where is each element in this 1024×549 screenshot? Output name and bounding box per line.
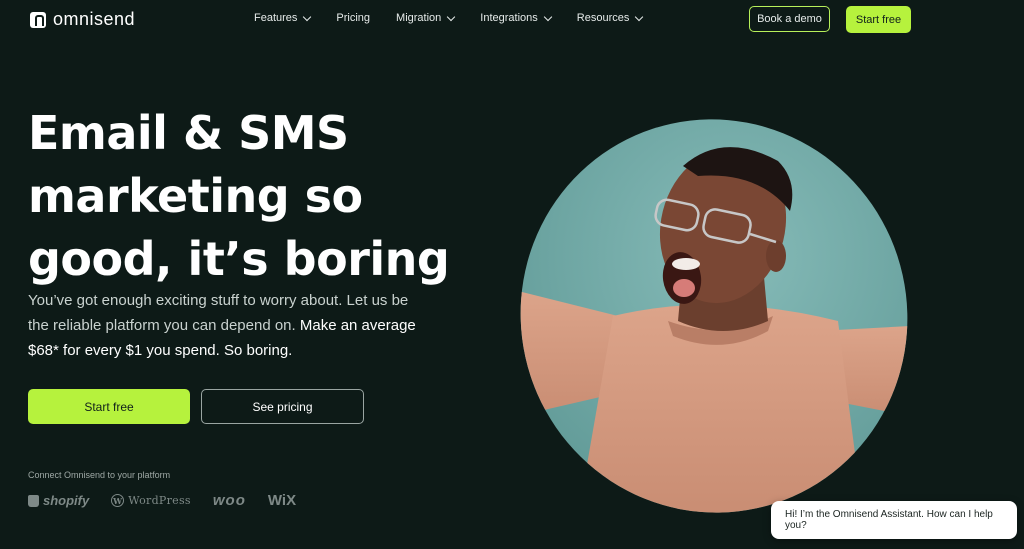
chevron-down-icon — [543, 12, 553, 21]
platforms-label: Connect Omnisend to your platform — [28, 470, 171, 480]
nav-item-integrations[interactable]: Integrations — [480, 12, 553, 24]
platform-name: shopify — [43, 493, 90, 508]
brand-name: omnisend — [53, 9, 136, 29]
wix-logo[interactable]: WiX — [268, 492, 296, 509]
platform-name: WiX — [267, 492, 297, 509]
hero-title: Email & SMS marketing so good, it’s bori… — [28, 102, 498, 291]
wordpress-icon: W — [111, 494, 125, 507]
shopify-logo[interactable]: shopify — [28, 493, 89, 508]
platform-name: woo — [212, 492, 246, 509]
hero-title-line: good, it’s boring — [28, 232, 450, 286]
nav-item-migration[interactable]: Migration — [396, 12, 456, 24]
nav-item-pricing[interactable]: Pricing — [336, 12, 370, 24]
nav-item-label: Pricing — [336, 12, 371, 24]
nav-item-label: Migration — [396, 12, 442, 24]
chat-message: Hi! I’m the Omnisend Assistant. How can … — [785, 509, 993, 531]
hero-illustration — [518, 116, 910, 516]
shopify-bag-icon — [28, 494, 39, 507]
woo-logo[interactable]: woo — [213, 492, 246, 509]
chevron-down-icon — [303, 12, 312, 21]
landing-page: omnisend Features Pricing Migration Inte… — [0, 0, 1024, 549]
header-start-free-button[interactable]: Start free — [846, 6, 911, 33]
book-demo-button[interactable]: Book a demo — [749, 6, 830, 32]
see-pricing-button[interactable]: See pricing — [201, 389, 364, 424]
nav-item-features[interactable]: Features — [254, 12, 312, 24]
main-nav: Features Pricing Migration Integrations … — [254, 12, 644, 24]
hero-subtitle: You’ve got enough exciting stuff to worr… — [28, 288, 423, 363]
wordpress-logo[interactable]: W WordPress — [111, 494, 191, 507]
chevron-down-icon — [447, 12, 456, 21]
chat-assistant-bubble[interactable]: Hi! I’m the Omnisend Assistant. How can … — [771, 501, 1017, 539]
nav-item-label: Features — [254, 12, 298, 24]
chevron-down-icon — [635, 12, 644, 21]
hero-title-line: marketing so — [28, 169, 363, 223]
omnisend-logo-icon — [30, 11, 46, 28]
nav-item-label: Resources — [576, 12, 630, 24]
nav-item-resources[interactable]: Resources — [576, 12, 644, 24]
site-header: omnisend Features Pricing Migration Inte… — [0, 0, 1024, 40]
hero-start-free-button[interactable]: Start free — [28, 389, 190, 424]
platform-logos: shopify W WordPress woo WiX — [28, 492, 296, 509]
nav-item-label: Integrations — [480, 12, 538, 24]
hero-image — [518, 116, 910, 516]
platform-name: WordPress — [128, 494, 191, 507]
hero-title-line: Email & SMS — [28, 106, 349, 160]
brand-logo[interactable]: omnisend — [30, 9, 135, 30]
